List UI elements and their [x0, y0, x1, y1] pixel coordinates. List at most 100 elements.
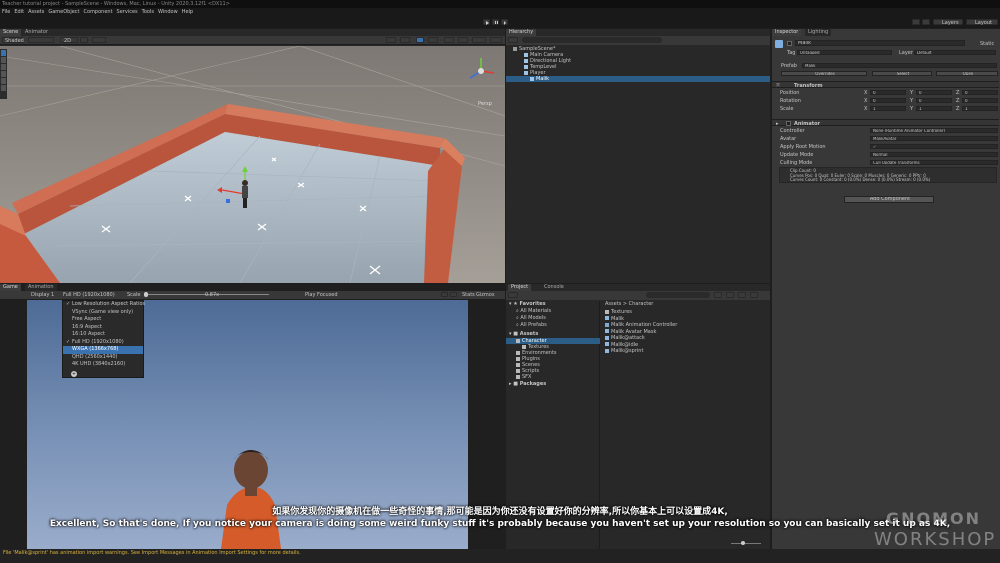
status-message[interactable]: File 'Malik@sprint' has animation import… — [3, 550, 301, 556]
tab-hierarchy[interactable]: Hierarchy — [506, 29, 537, 36]
resolution-dropdown[interactable]: Full HD (1920x1080) — [63, 292, 115, 298]
menu-edit[interactable]: Edit — [14, 9, 24, 15]
shading-dropdown[interactable]: Shaded — [2, 37, 24, 44]
resolution-option[interactable]: QHD (2560x1440) — [63, 354, 143, 362]
visibility-icon[interactable] — [458, 37, 468, 43]
animator-row-value[interactable]: Normal — [870, 152, 998, 157]
create-button[interactable] — [508, 37, 518, 43]
menu-services[interactable]: Services — [117, 9, 138, 15]
menu-assets[interactable]: Assets — [28, 9, 44, 15]
overrides-dropdown[interactable]: Overrides — [781, 71, 867, 76]
pause-button[interactable] — [492, 19, 499, 25]
layout-dropdown[interactable]: Layout — [966, 19, 998, 26]
transform-y-input[interactable]: 0 — [916, 90, 952, 95]
scale-tool-icon[interactable] — [1, 71, 6, 77]
hierarchy-search-input[interactable] — [522, 37, 662, 43]
favorite-icon[interactable] — [738, 292, 746, 298]
tab-inspector[interactable]: Inspector — [772, 29, 802, 36]
camera-icon[interactable] — [428, 37, 438, 43]
add-component-button[interactable]: Add Component — [844, 196, 934, 203]
resolution-option[interactable]: 16:10 Aspect — [63, 331, 143, 339]
assets-section[interactable]: ▾ ■ Assets — [509, 331, 538, 337]
gizmos-dropdown[interactable] — [472, 37, 486, 43]
display-dropdown[interactable]: Display 1 — [31, 292, 54, 298]
favorites-section[interactable]: ▾ ★ Favorites — [509, 301, 546, 307]
animator-row-value[interactable]: Cull Update Transforms — [870, 160, 998, 165]
tab-console[interactable]: Console — [541, 284, 567, 291]
menu-file[interactable]: File — [2, 9, 10, 15]
menu-component[interactable]: Component — [84, 9, 113, 15]
hidden-packages-icon[interactable] — [750, 292, 758, 298]
tab-animation[interactable]: Animation — [25, 284, 57, 291]
animator-enabled-checkbox[interactable] — [786, 121, 791, 126]
tag-dropdown[interactable]: Untagged — [797, 50, 892, 55]
resolution-option[interactable]: ✓ Full HD (1920x1080) — [63, 339, 143, 347]
packages-section[interactable]: ▸ ■ Packages — [509, 381, 546, 387]
icon-size-slider[interactable] — [731, 543, 761, 544]
rotate-tool-icon[interactable] — [1, 64, 6, 70]
filter-label-icon[interactable] — [726, 292, 734, 298]
prefab-field[interactable]: Malik — [802, 63, 997, 68]
play-button[interactable] — [483, 19, 490, 25]
hand-tool-icon[interactable] — [1, 50, 6, 56]
menu-help[interactable]: Help — [182, 9, 193, 15]
gizmos-dropdown-game[interactable]: Gizmos — [476, 292, 494, 298]
animator-row-value[interactable]: None (Runtime Animator Controller) — [870, 128, 998, 133]
tab-game[interactable]: Game — [0, 284, 21, 291]
transform-z-input[interactable]: 0 — [962, 90, 998, 95]
menu-window[interactable]: Window — [158, 9, 178, 15]
resolution-option[interactable]: ✓ Low Resolution Aspect Ratios — [63, 301, 145, 309]
transform-tool-icon[interactable] — [1, 85, 6, 91]
asset-item[interactable]: Malik Avatar Mask — [605, 329, 656, 335]
tab-animator[interactable]: Animator — [22, 29, 51, 36]
transform-header[interactable]: ⤧ Transform — [772, 81, 999, 89]
draw-mode-dropdown[interactable] — [28, 37, 54, 43]
animator-row-value[interactable]: MalikAvatar — [870, 136, 998, 141]
mode-2d-button[interactable]: 2D — [60, 37, 78, 44]
animator-row-value[interactable]: ✓ — [870, 144, 998, 149]
menu-gameobject[interactable]: GameObject — [48, 9, 79, 15]
resolution-option[interactable]: WXGA (1366x768) — [63, 346, 143, 354]
favorite-item[interactable]: ⌕ All Models — [516, 315, 546, 321]
transform-x-input[interactable]: 0 — [870, 98, 906, 103]
search-icon[interactable] — [490, 37, 502, 43]
orientation-gizmo[interactable] — [464, 54, 498, 90]
gizmo-icon[interactable] — [416, 37, 424, 43]
layers-dropdown[interactable]: Layers — [933, 19, 963, 26]
active-checkbox[interactable] — [787, 41, 792, 46]
rect-tool-icon[interactable] — [1, 78, 6, 84]
resolution-option[interactable]: 16:9 Aspect — [63, 324, 143, 332]
play-focused-dropdown[interactable]: Play Focused — [305, 292, 338, 298]
favorite-item[interactable]: ⌕ All Prefabs — [516, 322, 547, 328]
icon-size-handle[interactable] — [741, 541, 745, 545]
mute-audio-icon[interactable] — [441, 292, 448, 297]
transform-z-input[interactable]: 0 — [962, 98, 998, 103]
resolution-option[interactable]: VSync (Game view only) — [63, 309, 143, 317]
folder-item[interactable]: SFX — [506, 374, 600, 380]
transform-y-input[interactable]: 0 — [916, 98, 952, 103]
animator-header[interactable]: ▸ Animator — [772, 119, 999, 127]
hierarchy-item[interactable]: Malik — [506, 76, 770, 82]
move-tool-icon[interactable] — [1, 57, 6, 63]
select-button[interactable]: Select — [872, 71, 932, 76]
transform-x-input[interactable]: 1 — [870, 106, 906, 111]
open-button[interactable]: Open — [936, 71, 998, 76]
menu-tools[interactable]: Tools — [142, 9, 154, 15]
project-breadcrumb[interactable]: Assets > Character — [605, 301, 653, 307]
add-resolution-icon[interactable]: + — [71, 371, 77, 377]
asset-item[interactable]: Malik — [605, 316, 624, 322]
grid-icon[interactable] — [386, 37, 396, 43]
lighting-toggle[interactable] — [80, 37, 88, 43]
filter-type-icon[interactable] — [714, 292, 722, 298]
asset-item[interactable]: Malik Animation Controller — [605, 322, 677, 328]
collab-icon[interactable] — [912, 19, 920, 25]
asset-item[interactable]: Malik@attack — [605, 335, 645, 341]
audio-toggle[interactable] — [92, 37, 106, 43]
snap-icon[interactable] — [400, 37, 410, 43]
transform-y-input[interactable]: 1 — [916, 106, 952, 111]
tab-scene[interactable]: Scene — [0, 29, 22, 36]
fx-icon[interactable] — [444, 37, 454, 43]
project-create-button[interactable] — [508, 292, 518, 298]
step-button[interactable] — [501, 19, 508, 25]
scene-viewport[interactable]: Persp — [0, 46, 505, 283]
